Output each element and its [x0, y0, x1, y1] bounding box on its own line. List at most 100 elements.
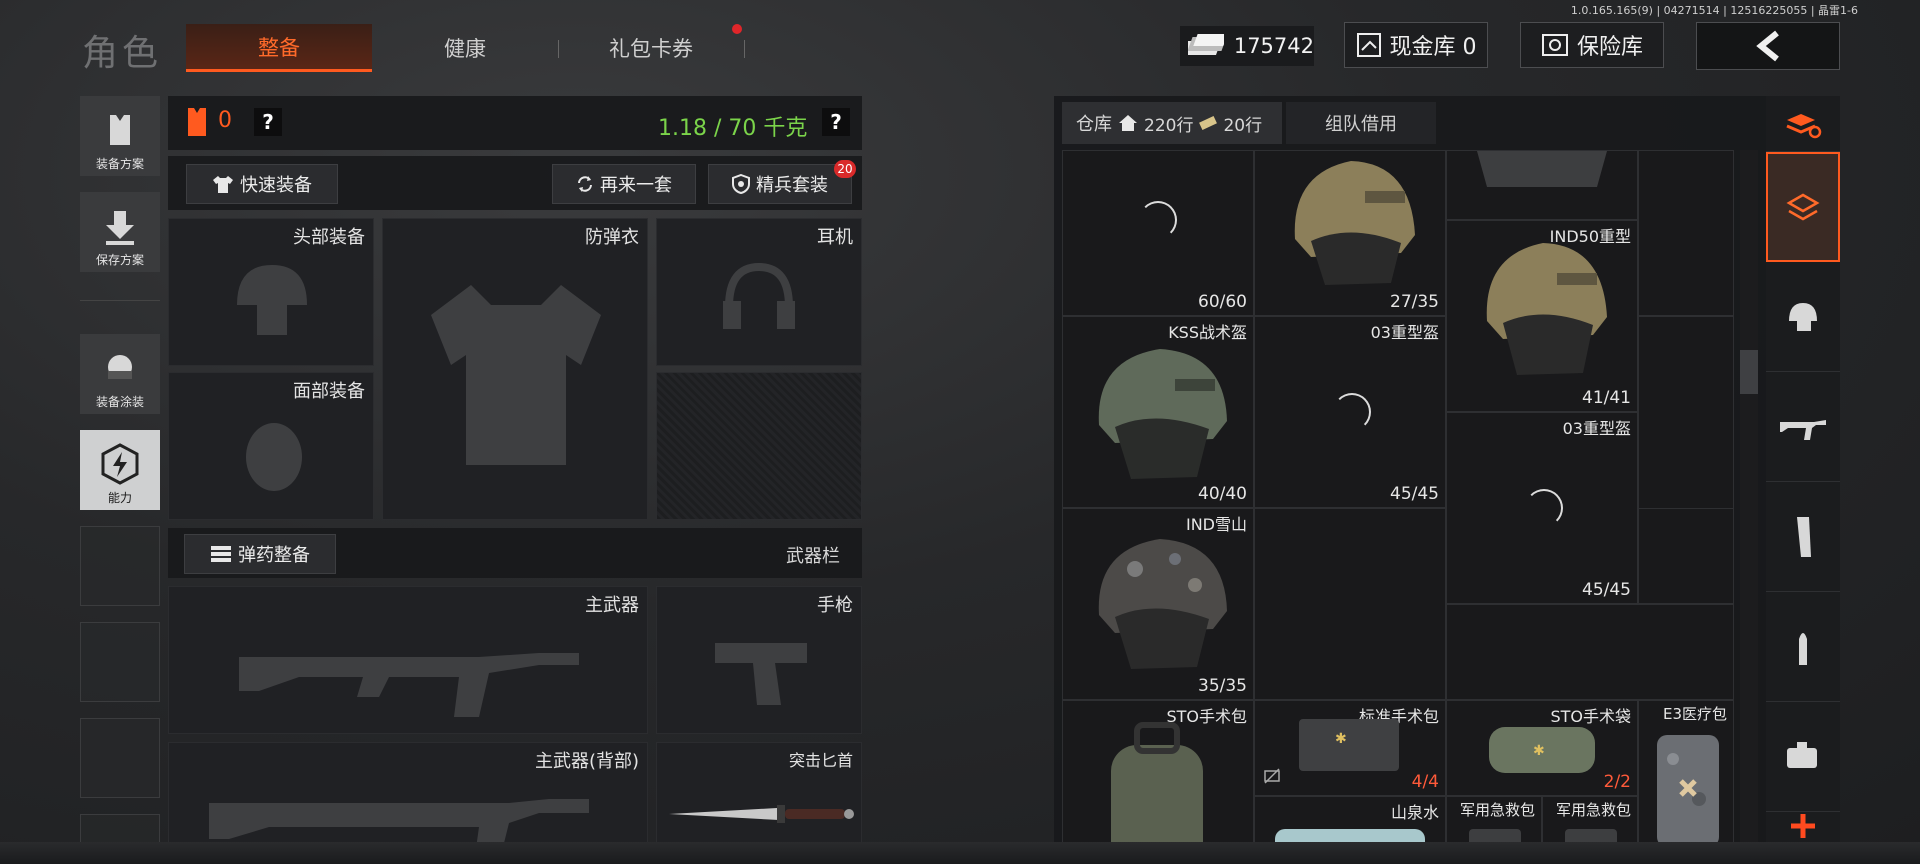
inventory-item[interactable]: STO手术袋 ✱ 2/2 — [1446, 700, 1638, 796]
insurance-vault-label: 保险库 — [1576, 35, 1643, 60]
inventory-item[interactable]: IND雪山 35/35 — [1062, 508, 1254, 700]
soldier-head-icon — [108, 355, 132, 379]
pistol-slot[interactable]: 手枪 — [656, 586, 862, 734]
bullet-icon — [1799, 632, 1807, 665]
repeat-loadout-button[interactable]: 再来一套 — [552, 164, 696, 204]
save-plan-button[interactable]: 保存方案 — [80, 192, 160, 272]
page-title: 角色 — [82, 33, 163, 74]
empty-cell — [1254, 508, 1446, 700]
item-durability: 4/4 — [1411, 772, 1439, 792]
loading-spinner-icon — [1139, 201, 1177, 239]
category-weapon[interactable] — [1766, 372, 1840, 482]
layers-icon — [1786, 193, 1820, 221]
headset-slot[interactable]: 耳机 — [656, 218, 862, 366]
refresh-icon — [578, 176, 592, 192]
item-durability: 45/45 — [1390, 484, 1439, 504]
inventory-item[interactable]: 03重型盔 45/45 — [1446, 412, 1638, 604]
empty-cell — [1638, 508, 1734, 604]
tan-helmet-icon — [1294, 161, 1415, 285]
paint-skin-button[interactable]: 装备涂装 — [80, 334, 160, 414]
face-slot[interactable]: 面部装备 — [168, 372, 374, 520]
shirt-icon — [213, 176, 233, 193]
primary-weapon-slot[interactable]: 主武器 — [168, 586, 648, 734]
item-name: 03重型盔 — [1370, 323, 1439, 342]
surgery-bag-icon: ✱ — [1489, 727, 1595, 773]
category-ammo[interactable] — [1766, 592, 1840, 702]
item-name: E3医疗包 — [1662, 705, 1727, 723]
inventory-item[interactable]: 03重型盔 45/45 — [1254, 316, 1446, 508]
face-slot-label: 面部装备 — [293, 381, 365, 402]
ability-label: 能力 — [107, 491, 132, 505]
plus-icon — [1791, 814, 1815, 838]
help-button[interactable]: ? — [254, 108, 282, 136]
vest-slot[interactable]: 防弹衣 — [382, 218, 648, 520]
primary-weapon-label: 主武器 — [585, 595, 639, 616]
elite-kit-button[interactable]: 精兵套装 — [708, 164, 852, 204]
ability-button[interactable]: 能力 — [80, 430, 160, 510]
insurance-vault-button[interactable]: 保险库 — [1520, 22, 1664, 68]
category-magazine[interactable] — [1766, 482, 1840, 592]
empty-slot — [80, 622, 160, 702]
elite-kit-label: 精兵套装 — [756, 175, 828, 196]
inventory-item[interactable]: 60/60 — [1062, 150, 1254, 316]
ammo-prep-button[interactable]: 弹药整备 — [184, 534, 336, 574]
scope-icon — [1787, 741, 1817, 768]
inventory-item[interactable]: E3医疗包 — [1638, 700, 1734, 864]
inventory-item[interactable]: STO手术包 — [1062, 700, 1254, 864]
item-name: 军用急救包 — [1555, 801, 1631, 819]
item-durability: 2/2 — [1603, 772, 1631, 792]
svg-text:✱: ✱ — [1533, 743, 1545, 759]
inventory-scrollbar[interactable] — [1740, 150, 1758, 864]
tab-equip-label: 整备 — [258, 35, 300, 60]
quick-equip-label: 快速装备 — [240, 175, 312, 196]
ammo-prep-label: 弹药整备 — [238, 545, 310, 566]
weight-indicator: 1.18 / 70 千克 — [658, 116, 808, 141]
pistol-slot-label: 手枪 — [817, 595, 853, 616]
item-durability: 27/35 — [1390, 292, 1439, 312]
head-slot[interactable]: 头部装备 — [168, 218, 374, 366]
ammo-icon — [211, 546, 231, 562]
armor-placeholder-icon — [431, 285, 601, 465]
ticket-icon — [1199, 116, 1218, 130]
tab-gift-cards[interactable]: 礼包卡券 — [558, 24, 744, 72]
inventory-item[interactable] — [1446, 150, 1638, 220]
save-plan-label: 保存方案 — [95, 253, 144, 267]
tab-equip[interactable]: 整备 — [186, 24, 372, 72]
scrollbar-thumb[interactable] — [1740, 350, 1758, 394]
loadout-plan-button[interactable]: 装备方案 — [80, 96, 160, 176]
tab-health[interactable]: 健康 — [372, 24, 558, 72]
version-text: 1.0.165.165(9) | 04271514 | 12516225055 … — [1570, 4, 1858, 17]
svg-text:✱: ✱ — [1335, 731, 1347, 747]
headset-slot-label: 耳机 — [817, 227, 853, 248]
tab-gift-label: 礼包卡券 — [609, 37, 693, 61]
warehouse-rows: 220行 — [1144, 115, 1194, 136]
weight-help-button[interactable]: ? — [822, 108, 850, 136]
inventory-item[interactable]: KSS战术盔 40/40 — [1062, 316, 1254, 508]
inventory-item[interactable]: 标准手术包 ✱ 4/4 — [1254, 700, 1446, 796]
pistol-placeholder-icon — [715, 643, 807, 705]
team-borrow-tab[interactable]: 组队借用 — [1286, 102, 1436, 144]
knife-slot-label: 突击匕首 — [788, 751, 853, 770]
sort-stack-button[interactable] — [1766, 96, 1840, 152]
item-durability: 35/35 — [1198, 676, 1247, 696]
repeat-loadout-label: 再来一套 — [600, 175, 672, 196]
warehouse-tab-label: 仓库 — [1076, 114, 1112, 135]
vest-icon — [110, 115, 130, 145]
warehouse-tab[interactable]: 仓库 220行 20行 — [1062, 102, 1282, 144]
item-name: 军用急救包 — [1459, 801, 1535, 819]
no-insurance-icon — [1264, 768, 1280, 784]
quick-equip-button[interactable]: 快速装备 — [186, 164, 338, 204]
lightning-hex-icon — [101, 443, 139, 485]
cash-vault-button[interactable]: 现金库 0 — [1344, 22, 1488, 68]
helmet-icon — [1789, 302, 1817, 331]
back-button[interactable] — [1696, 22, 1840, 70]
inventory-item[interactable]: 27/35 — [1254, 150, 1446, 316]
loading-spinner-icon — [1333, 393, 1371, 431]
category-helmet[interactable] — [1766, 262, 1840, 372]
category-all[interactable] — [1766, 152, 1840, 262]
armor-count: 0 — [218, 108, 232, 133]
inventory-item[interactable]: IND50重型 41/41 — [1446, 220, 1638, 412]
vault-icon — [1356, 33, 1381, 57]
safe-icon — [1541, 34, 1568, 56]
extra-rows: 20行 — [1223, 115, 1263, 136]
